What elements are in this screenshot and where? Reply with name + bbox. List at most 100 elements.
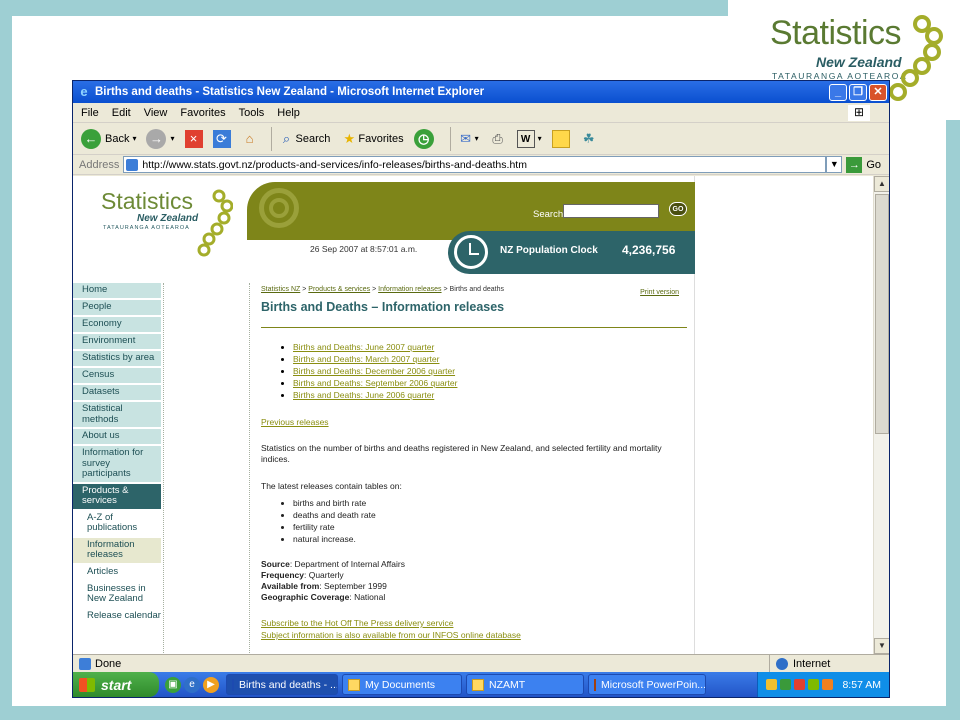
- tray-clock[interactable]: 8:57 AM: [842, 679, 881, 691]
- tray-alert-icon[interactable]: [794, 679, 806, 690]
- minimize-button[interactable]: _: [829, 83, 847, 101]
- mail-button[interactable]: ✉ ▾: [455, 126, 481, 152]
- ie-quicklaunch-icon[interactable]: e: [184, 676, 200, 693]
- task-nzamt[interactable]: NZAMT: [466, 674, 584, 695]
- folder-icon: [348, 678, 360, 691]
- edit-dropdown-icon[interactable]: ▾: [538, 134, 542, 143]
- printer-icon: ⎙: [492, 130, 503, 146]
- media-player-icon[interactable]: ▶: [203, 676, 219, 693]
- task-powerpoint[interactable]: Microsoft PowerPoin...: [588, 674, 706, 695]
- task-my-documents[interactable]: My Documents: [342, 674, 462, 695]
- menu-edit[interactable]: Edit: [112, 107, 131, 119]
- nav-products-services[interactable]: Products & services: [73, 483, 161, 509]
- close-button[interactable]: ✕: [869, 83, 887, 101]
- nav-home[interactable]: Home: [73, 283, 161, 298]
- edit-word-button[interactable]: W ▾: [515, 126, 544, 152]
- previous-releases-link[interactable]: Previous releases: [261, 417, 689, 427]
- go-button[interactable]: → Go: [846, 156, 881, 173]
- breadcrumb-products[interactable]: Products & services: [308, 286, 370, 293]
- forward-button[interactable]: → ▾: [144, 126, 176, 152]
- tray-app-icon[interactable]: [808, 679, 820, 690]
- standard-toolbar: ← Back ▾ → ▾ × ⟳ ⌂ ⌕ Search ★ Favorites …: [73, 123, 889, 155]
- toolbar-separator: [449, 126, 451, 151]
- left-navigation: Home People Economy Environment Statisti…: [73, 283, 161, 626]
- koru-chain-icon: [197, 189, 233, 257]
- web-page: Statistics New Zealand TATAURANGA AOTEAR…: [73, 176, 695, 654]
- history-button[interactable]: ◷: [412, 126, 440, 152]
- release-link[interactable]: Births and Deaths: September 2006 quarte…: [293, 377, 689, 389]
- forward-dropdown-icon[interactable]: ▾: [170, 134, 174, 143]
- nav-economy[interactable]: Economy: [73, 317, 161, 332]
- meta-source: Source: Department of Internal Affairs: [261, 559, 405, 569]
- mail-dropdown-icon[interactable]: ▾: [475, 134, 479, 143]
- scroll-down-icon[interactable]: ▼: [874, 638, 889, 654]
- decorative-ring-icon: [269, 198, 289, 218]
- nav-statistical-methods[interactable]: Statistical methods: [73, 402, 161, 427]
- population-clock[interactable]: NZ Population Clock 4,236,756: [448, 231, 695, 274]
- restore-button[interactable]: ❐: [849, 83, 867, 101]
- nav-people[interactable]: People: [73, 300, 161, 315]
- page-title: Births and Deaths – Information releases: [261, 300, 505, 314]
- release-link[interactable]: Births and Deaths: June 2007 quarter: [293, 341, 689, 353]
- print-version-link[interactable]: Print version: [640, 289, 679, 296]
- back-button[interactable]: ← Back ▾: [79, 126, 138, 152]
- nav-statistics-by-area[interactable]: Statistics by area: [73, 351, 161, 366]
- start-button[interactable]: start: [73, 672, 159, 697]
- release-link[interactable]: Births and Deaths: December 2006 quarter: [293, 365, 689, 377]
- nav-businesses-nz[interactable]: Businesses in New Zealand: [73, 581, 161, 607]
- breadcrumb-home[interactable]: Statistics NZ: [261, 286, 300, 293]
- tray-network-icon[interactable]: [780, 679, 792, 690]
- site-search-input[interactable]: [563, 204, 659, 218]
- menu-view[interactable]: View: [144, 107, 168, 119]
- site-search-go-button[interactable]: GO: [669, 202, 687, 216]
- infos-link[interactable]: Subject information is also available fr…: [261, 629, 689, 641]
- powerpoint-icon: [594, 678, 596, 691]
- task-ie[interactable]: Births and deaths - ...: [226, 674, 338, 695]
- back-dropdown-icon[interactable]: ▾: [132, 134, 136, 143]
- nav-datasets[interactable]: Datasets: [73, 385, 161, 400]
- system-tray: 8:57 AM: [757, 672, 889, 697]
- nav-survey-participants[interactable]: Information for survey participants: [73, 446, 161, 482]
- refresh-button[interactable]: ⟳: [211, 126, 233, 152]
- stop-button[interactable]: ×: [183, 126, 205, 152]
- globe-icon: [776, 657, 788, 670]
- nav-release-calendar[interactable]: Release calendar: [73, 608, 161, 624]
- release-link[interactable]: Births and Deaths: June 2006 quarter: [293, 389, 689, 401]
- nav-environment[interactable]: Environment: [73, 334, 161, 349]
- nav-articles[interactable]: Articles: [73, 564, 161, 580]
- menu-file[interactable]: File: [81, 107, 99, 119]
- subscribe-link[interactable]: Subscribe to the Hot Off The Press deliv…: [261, 617, 689, 629]
- scroll-thumb[interactable]: [875, 194, 889, 434]
- release-link[interactable]: Births and Deaths: March 2007 quarter: [293, 353, 689, 365]
- nav-census[interactable]: Census: [73, 368, 161, 383]
- favorites-label: Favorites: [358, 132, 404, 145]
- site-logo-maori: TATAURANGA AOTEAROA: [103, 225, 190, 231]
- status-text: Done: [79, 657, 121, 670]
- scroll-up-icon[interactable]: ▲: [874, 176, 889, 192]
- messenger-button[interactable]: ☘: [578, 126, 600, 152]
- nav-information-releases[interactable]: Information releases: [73, 537, 161, 563]
- note-icon: [551, 129, 570, 148]
- go-arrow-icon: →: [846, 156, 863, 173]
- title-bar[interactable]: e Births and deaths - Statistics New Zea…: [73, 81, 889, 103]
- menu-tools[interactable]: Tools: [239, 107, 265, 119]
- meta-available: Available from: September 1999: [261, 581, 387, 591]
- menu-favorites[interactable]: Favorites: [180, 107, 225, 119]
- menu-help[interactable]: Help: [277, 107, 300, 119]
- vertical-scrollbar[interactable]: ▲ ▼: [873, 176, 889, 654]
- address-input[interactable]: http://www.stats.govt.nz/products-and-se…: [123, 156, 827, 173]
- tray-app-icon[interactable]: [822, 679, 834, 690]
- breadcrumb-releases[interactable]: Information releases: [378, 286, 441, 293]
- home-button[interactable]: ⌂: [239, 126, 261, 152]
- search-button[interactable]: ⌕ Search: [276, 126, 333, 152]
- favorites-button[interactable]: ★ Favorites: [338, 126, 405, 152]
- print-button[interactable]: ⎙: [487, 126, 509, 152]
- nav-about-us[interactable]: About us: [73, 429, 161, 444]
- history-icon: ◷: [413, 128, 434, 149]
- address-dropdown-icon[interactable]: ▼: [826, 156, 843, 173]
- discuss-button[interactable]: [550, 126, 572, 152]
- show-desktop-icon[interactable]: ▣: [165, 676, 181, 693]
- slide-strip: [946, 120, 960, 720]
- tray-shield-icon[interactable]: [766, 679, 778, 690]
- nav-az-publications[interactable]: A-Z of publications: [73, 510, 161, 536]
